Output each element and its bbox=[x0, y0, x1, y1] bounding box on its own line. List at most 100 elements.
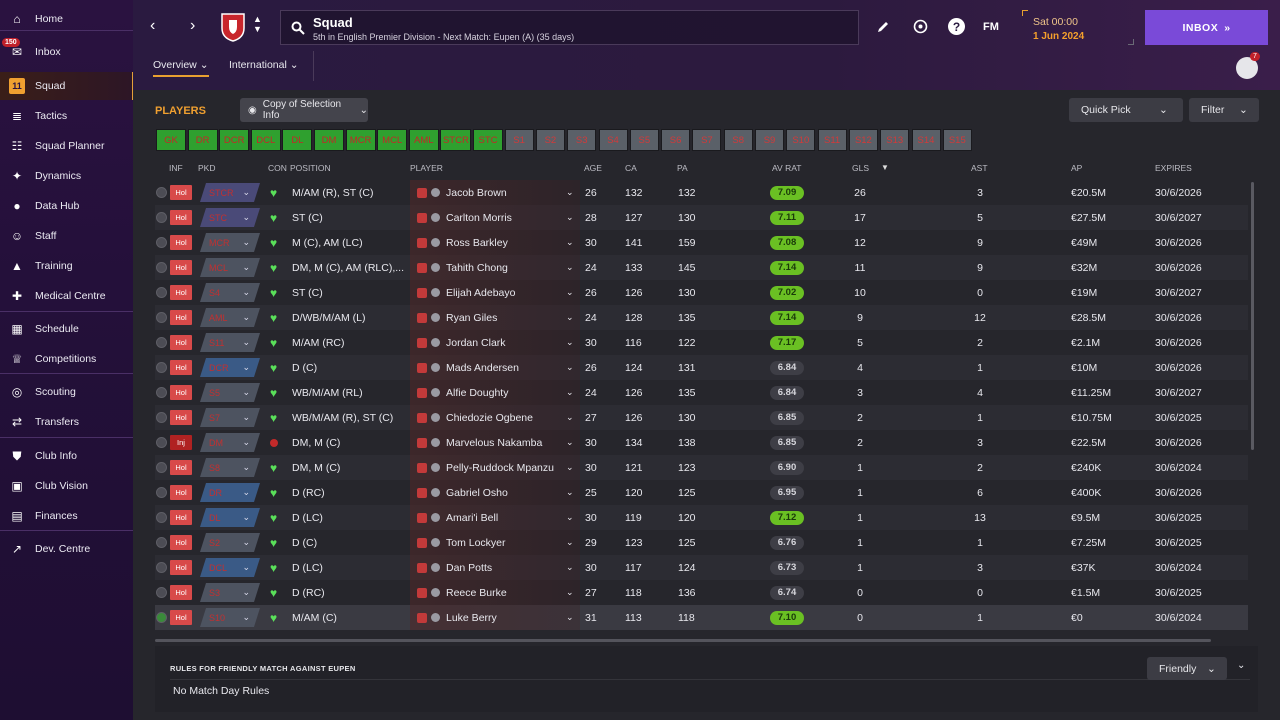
row-select-checkbox[interactable] bbox=[156, 462, 167, 473]
picked-position-dropdown[interactable]: S8 ⌄ bbox=[200, 458, 260, 477]
row-select-checkbox[interactable] bbox=[156, 287, 167, 298]
col-age[interactable]: AGE bbox=[584, 163, 602, 173]
chevron-down-icon[interactable]: ⌄ bbox=[566, 180, 574, 205]
col-avrat[interactable]: AV RAT bbox=[772, 163, 801, 173]
position-button-s9[interactable]: S9 bbox=[755, 129, 784, 151]
forward-button[interactable]: › bbox=[190, 17, 195, 35]
chevron-down-icon[interactable]: ⌄ bbox=[566, 205, 574, 230]
position-button-s7[interactable]: S7 bbox=[692, 129, 722, 151]
copy-selection-button[interactable]: ◉ Copy of Selection Info ⌄ bbox=[240, 98, 368, 122]
tab-international[interactable]: International ⌄ bbox=[229, 59, 299, 71]
picked-position-dropdown[interactable]: S10 ⌄ bbox=[200, 608, 260, 627]
row-select-checkbox[interactable] bbox=[156, 612, 167, 623]
history-arrows-icon[interactable]: ▲ ▼ bbox=[253, 14, 262, 34]
info-badge[interactable]: Inj bbox=[170, 435, 192, 450]
info-badge[interactable]: Hol bbox=[170, 410, 192, 425]
table-row[interactable]: Hol DCR ⌄ ♥ D (C) Mads Andersen ⌄ 26 124 131 6.84 4… bbox=[155, 355, 1248, 380]
info-badge[interactable]: Hol bbox=[170, 460, 192, 475]
back-button[interactable]: ‹ bbox=[150, 17, 155, 35]
player-name[interactable]: Mads Andersen bbox=[446, 362, 519, 374]
position-button-dr[interactable]: DR bbox=[187, 129, 218, 151]
sidebar-item-club-vision[interactable]: ▣ Club Vision bbox=[0, 472, 133, 500]
row-select-checkbox[interactable] bbox=[156, 187, 167, 198]
row-select-checkbox[interactable] bbox=[156, 362, 167, 373]
edit-icon[interactable] bbox=[877, 21, 889, 36]
horizontal-scrollbar[interactable] bbox=[155, 639, 1211, 642]
picked-position-dropdown[interactable]: DR ⌄ bbox=[200, 483, 260, 502]
chevron-down-icon[interactable]: ⌄ bbox=[566, 530, 574, 555]
picked-position-dropdown[interactable]: AML ⌄ bbox=[200, 308, 260, 327]
player-name[interactable]: Chiedozie Ogbene bbox=[446, 412, 533, 424]
sidebar-item-staff[interactable]: ☺ Staff bbox=[0, 222, 133, 250]
position-button-aml[interactable]: AML bbox=[408, 129, 439, 151]
collapse-chevron-icon[interactable]: ⌄ bbox=[1237, 660, 1245, 671]
player-name[interactable]: Ryan Giles bbox=[446, 312, 497, 324]
col-ca[interactable]: CA bbox=[625, 163, 637, 173]
sidebar-item-home[interactable]: ⌂ Home bbox=[0, 5, 133, 33]
sidebar-item-competitions[interactable]: ♕ Competitions bbox=[0, 345, 133, 373]
row-select-checkbox[interactable] bbox=[156, 437, 167, 448]
table-row[interactable]: Hol MCL ⌄ ♥ DM, M (C), AM (RLC),... Tahith Ch… bbox=[155, 255, 1248, 280]
position-button-s10[interactable]: S10 bbox=[786, 129, 816, 151]
table-row[interactable]: Hol STCR ⌄ ♥ M/AM (R), ST (C) Jacob Brown ⌄ 26 1… bbox=[155, 180, 1248, 205]
club-badge-icon[interactable] bbox=[220, 12, 246, 42]
chevron-down-icon[interactable]: ⌄ bbox=[566, 305, 574, 330]
row-select-checkbox[interactable] bbox=[156, 562, 167, 573]
inbox-continue-button[interactable]: INBOX » bbox=[1145, 10, 1268, 45]
picked-position-dropdown[interactable]: STCR ⌄ bbox=[200, 183, 260, 202]
picked-position-dropdown[interactable]: S5 ⌄ bbox=[200, 383, 260, 402]
date-display[interactable]: Sat 00:00 1 Jun 2024 bbox=[1022, 10, 1134, 45]
globe-icon[interactable] bbox=[913, 19, 928, 37]
table-row[interactable]: Hol S4 ⌄ ♥ ST (C) Elijah Adebayo ⌄ 26 126 130 7.02… bbox=[155, 280, 1248, 305]
manager-avatar[interactable]: 7 bbox=[1236, 52, 1260, 79]
position-button-dl[interactable]: DL bbox=[282, 129, 313, 151]
player-name[interactable]: Amari'i Bell bbox=[446, 512, 498, 524]
table-row[interactable]: Hol DCL ⌄ ♥ D (LC) Dan Potts ⌄ 30 117 124 6.73 1 3 €3… bbox=[155, 555, 1248, 580]
info-badge[interactable]: Hol bbox=[170, 360, 192, 375]
vertical-scrollbar[interactable] bbox=[1251, 182, 1254, 450]
chevron-down-icon[interactable]: ⌄ bbox=[566, 355, 574, 380]
position-button-gk[interactable]: GK bbox=[156, 129, 186, 151]
info-badge[interactable]: Hol bbox=[170, 210, 192, 225]
info-badge[interactable]: Hol bbox=[170, 485, 192, 500]
picked-position-dropdown[interactable]: S11 ⌄ bbox=[200, 333, 260, 352]
position-button-stc[interactable]: STC bbox=[473, 129, 503, 151]
position-button-s12[interactable]: S12 bbox=[848, 129, 878, 151]
chevron-down-icon[interactable]: ⌄ bbox=[566, 430, 574, 455]
table-row[interactable]: Hol DL ⌄ ♥ D (LC) Amari'i Bell ⌄ 30 119 120 7.12 1 1… bbox=[155, 505, 1248, 530]
info-badge[interactable]: Hol bbox=[170, 610, 192, 625]
col-position[interactable]: POSITION bbox=[290, 163, 331, 173]
player-name[interactable]: Tom Lockyer bbox=[446, 537, 506, 549]
table-row[interactable]: Hol S8 ⌄ ♥ DM, M (C) Pelly-Ruddock Mpanzu ⌄ 30 1… bbox=[155, 455, 1248, 480]
table-row[interactable]: Hol S7 ⌄ ♥ WB/M/AM (R), ST (C) Chiedozie Ogbe… bbox=[155, 405, 1248, 430]
table-row[interactable]: Hol S10 ⌄ ♥ M/AM (C) Luke Berry ⌄ 31 113 118 7.10 0… bbox=[155, 605, 1248, 630]
table-row[interactable]: Hol AML ⌄ ♥ D/WB/M/AM (L) Ryan Giles ⌄ 24 128 135… bbox=[155, 305, 1248, 330]
picked-position-dropdown[interactable]: MCR ⌄ bbox=[200, 233, 260, 252]
table-row[interactable]: Hol MCR ⌄ ♥ M (C), AM (LC) Ross Barkley ⌄ 30 141… bbox=[155, 230, 1248, 255]
position-button-s4[interactable]: S4 bbox=[598, 129, 628, 151]
info-badge[interactable]: Hol bbox=[170, 235, 192, 250]
player-name[interactable]: Carlton Morris bbox=[446, 212, 512, 224]
player-name[interactable]: Elijah Adebayo bbox=[446, 287, 515, 299]
info-badge[interactable]: Hol bbox=[170, 285, 192, 300]
player-name[interactable]: Ross Barkley bbox=[446, 237, 508, 249]
info-badge[interactable]: Hol bbox=[170, 560, 192, 575]
table-row[interactable]: Hol S2 ⌄ ♥ D (C) Tom Lockyer ⌄ 29 123 125 6.76 1 1 €7… bbox=[155, 530, 1248, 555]
picked-position-dropdown[interactable]: DM ⌄ bbox=[200, 433, 260, 452]
col-gls[interactable]: GLS bbox=[852, 163, 869, 173]
row-select-checkbox[interactable] bbox=[156, 212, 167, 223]
search-icon[interactable] bbox=[291, 21, 305, 38]
picked-position-dropdown[interactable]: S3 ⌄ bbox=[200, 583, 260, 602]
picked-position-dropdown[interactable]: S2 ⌄ bbox=[200, 533, 260, 552]
player-name[interactable]: Jordan Clark bbox=[446, 337, 506, 349]
position-button-s3[interactable]: S3 bbox=[567, 129, 597, 151]
table-row[interactable]: Hol S11 ⌄ ♥ M/AM (RC) Jordan Clark ⌄ 30 116 122 7.… bbox=[155, 330, 1248, 355]
player-name[interactable]: Luke Berry bbox=[446, 612, 497, 624]
chevron-down-icon[interactable]: ⌄ bbox=[566, 380, 574, 405]
position-button-s11[interactable]: S11 bbox=[817, 129, 847, 151]
chevron-down-icon[interactable]: ⌄ bbox=[566, 555, 574, 580]
position-button-dcr[interactable]: DCR bbox=[219, 129, 250, 151]
sidebar-item-dev-centre[interactable]: ↗ Dev. Centre bbox=[0, 535, 133, 563]
row-select-checkbox[interactable] bbox=[156, 487, 167, 498]
sidebar-item-tactics[interactable]: ≣ Tactics bbox=[0, 102, 133, 130]
